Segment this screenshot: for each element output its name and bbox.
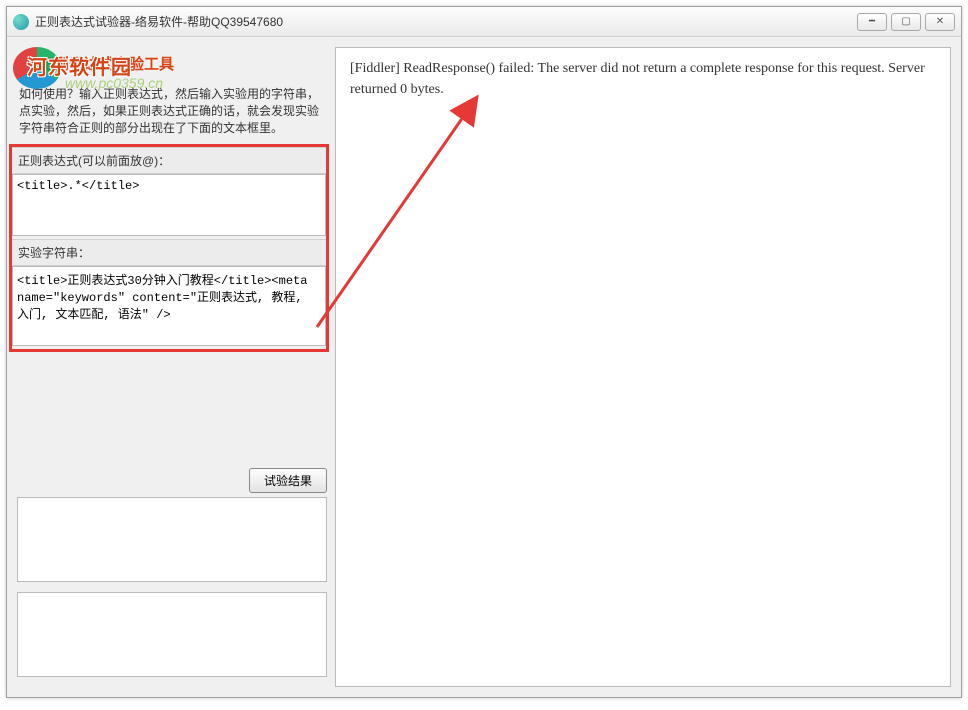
run-test-button[interactable]: 试验结果 [249,468,327,493]
watermark-site-name: 河东软件园 [27,51,132,80]
button-row: 试验结果 [17,468,327,493]
content-area: 河东软件园 www.pc0359.cn 正则表达式实验工具 如何使用？输入正则表… [7,37,961,697]
app-window: 正则表达式试验器-络易软件-帮助QQ39547680 ━ ▢ ✕ 河东软件园 w… [6,6,962,698]
highlighted-input-group: 正则表达式(可以前面放@)： 实验字符串： [9,144,329,352]
app-icon [13,14,29,30]
maximize-button[interactable]: ▢ [891,13,921,31]
response-text: [Fiddler] ReadResponse() failed: The ser… [350,58,936,100]
result-box-2[interactable] [17,592,327,677]
regex-input[interactable] [12,174,326,236]
window-controls: ━ ▢ ✕ [857,13,955,31]
left-panel: 河东软件园 www.pc0359.cn 正则表达式实验工具 如何使用？输入正则表… [17,47,327,687]
help-text: 如何使用？输入正则表达式，然后输入实验用的字符串，点实验，然后，如果正则表达式正… [19,86,325,136]
minimize-button[interactable]: ━ [857,13,887,31]
window-title: 正则表达式试验器-络易软件-帮助QQ39547680 [35,13,857,30]
test-string-input[interactable] [12,266,326,346]
titlebar: 正则表达式试验器-络易软件-帮助QQ39547680 ━ ▢ ✕ [7,7,961,37]
regex-label: 正则表达式(可以前面放@)： [12,147,326,174]
result-box-1[interactable] [17,497,327,582]
right-panel[interactable]: [Fiddler] ReadResponse() failed: The ser… [335,47,951,687]
test-string-label: 实验字符串： [12,239,326,266]
close-button[interactable]: ✕ [925,13,955,31]
